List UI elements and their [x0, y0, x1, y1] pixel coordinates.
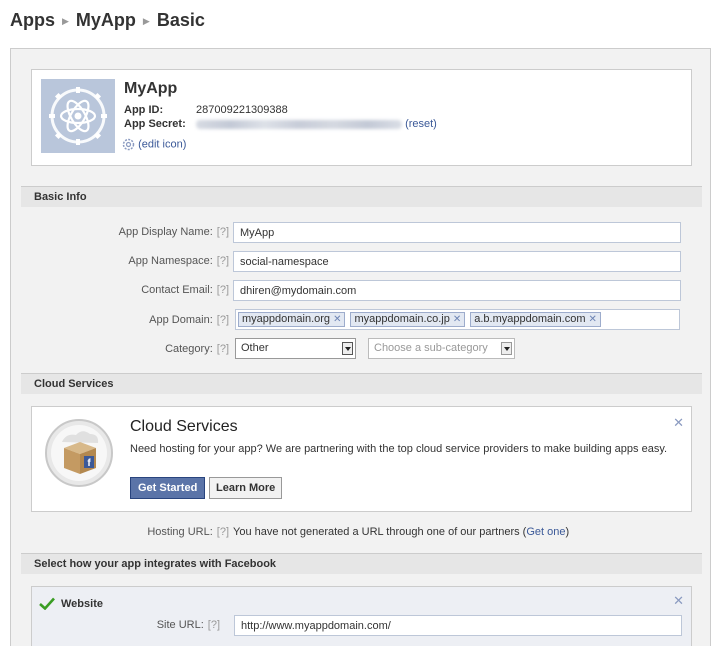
site-url-input[interactable]: http://www.myappdomain.com/	[234, 615, 682, 636]
get-started-button[interactable]: Get Started	[130, 477, 206, 499]
app-name: MyApp	[124, 80, 178, 97]
cloud-box-icon: f	[45, 419, 113, 487]
cloud-services-card: f Cloud Services Need hosting for your a…	[31, 406, 692, 512]
cloud-services-title: Cloud Services	[130, 418, 238, 435]
namespace-label: App Namespace: [?]	[128, 255, 229, 267]
close-icon[interactable]: ✕	[673, 415, 684, 431]
app-icon	[41, 79, 115, 153]
checkmark-icon	[39, 597, 55, 610]
help-link[interactable]: [?]	[217, 226, 229, 238]
app-id-row: App ID: 287009221309388	[124, 104, 288, 116]
website-label[interactable]: Website	[61, 598, 103, 610]
breadcrumb-separator-icon: ▶	[62, 15, 69, 26]
remove-tag-icon[interactable]: ✕	[333, 314, 341, 325]
app-secret-label: App Secret:	[124, 118, 186, 130]
atom-icon	[49, 87, 107, 145]
contact-email-label: Contact Email: [?]	[141, 284, 229, 296]
help-link[interactable]: [?]	[217, 284, 229, 296]
category-label: Category: [?]	[165, 343, 229, 355]
remove-tag-icon[interactable]: ✕	[589, 314, 597, 325]
edit-icon-link[interactable]: (edit icon)	[138, 138, 186, 150]
app-id-value: 287009221309388	[196, 104, 288, 116]
domain-tag: myappdomain.co.jp ✕	[350, 312, 466, 327]
cloud-services-header: Cloud Services	[21, 373, 702, 394]
contact-email-input[interactable]: dhiren@mydomain.com	[233, 280, 681, 301]
app-domain-label: App Domain: [?]	[149, 314, 229, 326]
display-name-input[interactable]: MyApp	[233, 222, 681, 243]
help-link[interactable]: [?]	[208, 619, 220, 631]
integration-header: Select how your app integrates with Face…	[21, 553, 702, 574]
display-name-label: App Display Name: [?]	[118, 226, 229, 238]
reset-secret-link[interactable]: (reset)	[405, 118, 437, 130]
breadcrumb-apps[interactable]: Apps	[10, 10, 55, 31]
help-link[interactable]: [?]	[217, 314, 229, 326]
app-domain-input[interactable]: myappdomain.org ✕ myappdomain.co.jp ✕ a.b.my…	[235, 309, 680, 330]
domain-tag: a.b.myappdomain.com ✕	[470, 312, 601, 327]
app-secret-value	[196, 119, 402, 129]
help-link[interactable]: [?]	[217, 526, 229, 538]
hosting-url-label: Hosting URL: [?]	[147, 526, 229, 538]
help-link[interactable]: [?]	[217, 343, 229, 355]
remove-tag-icon[interactable]: ✕	[453, 314, 461, 325]
learn-more-button[interactable]: Learn More	[209, 477, 283, 499]
breadcrumb-basic: Basic	[156, 9, 205, 30]
website-card: Website ✕ Site URL: [?] http://www.myappd…	[31, 586, 692, 646]
hosting-url-text: You have not generated a URL through one…	[233, 526, 570, 538]
category-select[interactable]: Other	[235, 338, 356, 359]
app-id-label: App ID:	[124, 104, 164, 116]
dropdown-arrow-icon	[342, 342, 353, 355]
domain-tag: myappdomain.org ✕	[238, 312, 346, 327]
cloud-services-description: Need hosting for your app? We are partne…	[130, 443, 668, 455]
site-url-label: Site URL: [?]	[156, 619, 220, 631]
basic-info-header: Basic Info	[21, 186, 702, 207]
namespace-input[interactable]: social-namespace	[233, 251, 681, 272]
settings-panel: MyApp App ID: 287009221309388 App Secret:…	[10, 48, 711, 646]
breadcrumb-separator-icon: ▶	[142, 15, 150, 26]
dropdown-arrow-icon	[501, 342, 512, 355]
breadcrumb-myapp[interactable]: MyApp	[76, 10, 136, 31]
breadcrumb: Apps ▶ MyApp ▶ Basic	[10, 8, 205, 32]
edit-icon-row: (edit icon)	[122, 138, 186, 151]
close-icon[interactable]: ✕	[673, 593, 684, 609]
get-one-link[interactable]: Get one	[526, 526, 565, 538]
help-link[interactable]: [?]	[217, 255, 229, 267]
subcategory-select[interactable]: Choose a sub-category	[368, 338, 515, 359]
app-secret-row: App Secret: (reset)	[124, 118, 437, 130]
app-header-card: MyApp App ID: 287009221309388 App Secret:…	[31, 69, 692, 166]
gear-icon	[122, 138, 135, 151]
